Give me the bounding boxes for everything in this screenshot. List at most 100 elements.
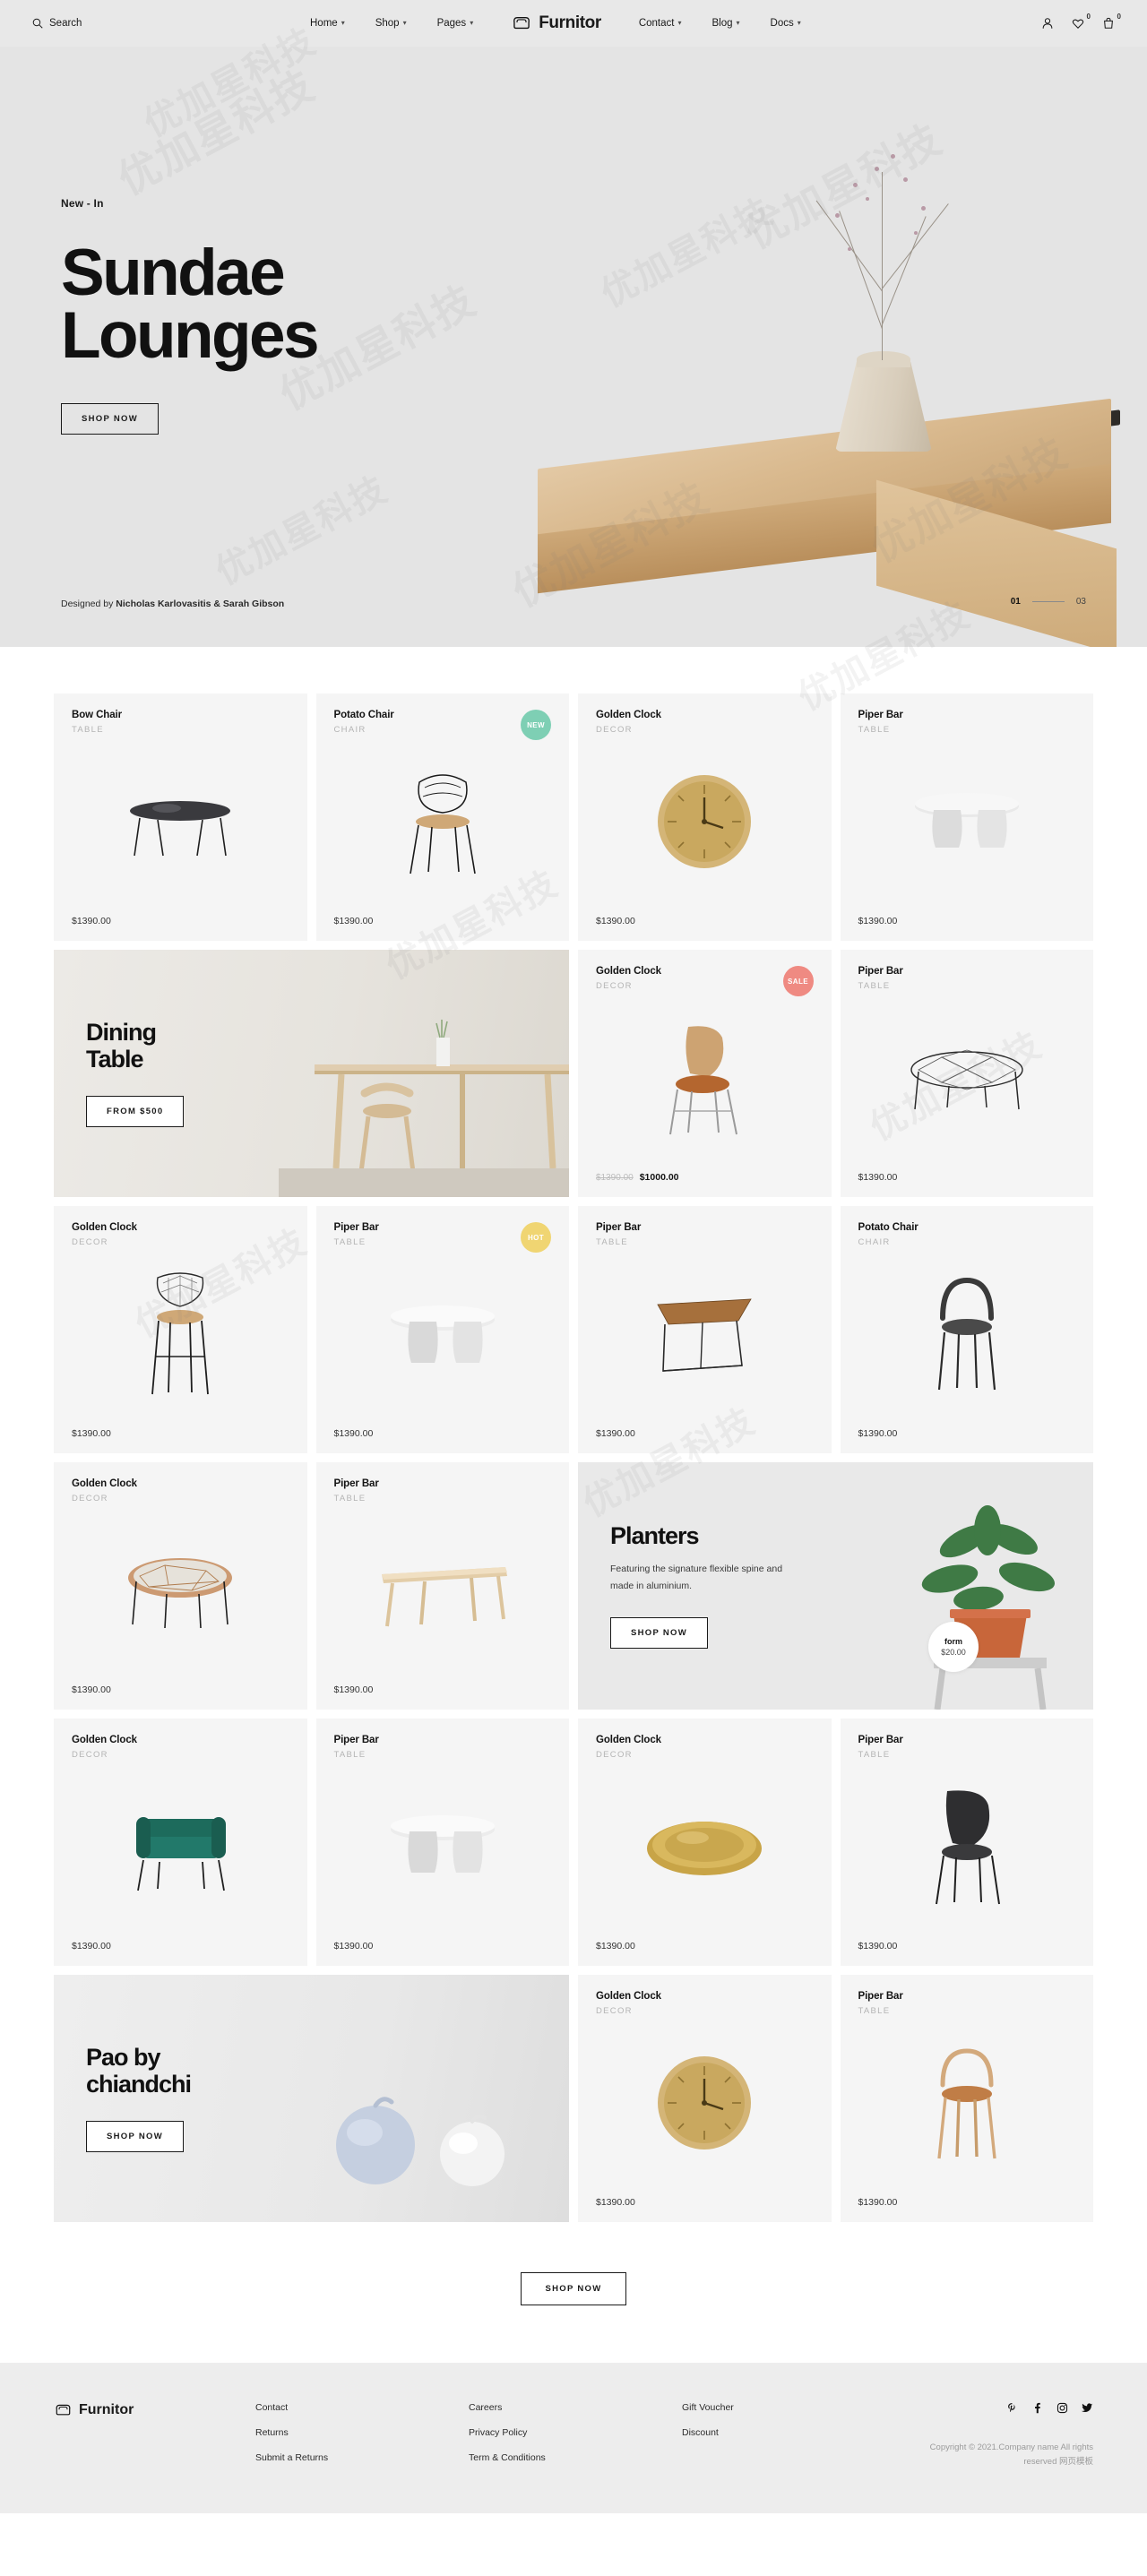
instagram-link[interactable] [1056, 2402, 1068, 2414]
footer-link-returns[interactable]: Returns [255, 2427, 469, 2438]
product-card[interactable]: Golden Clock DECOR $1390.00 [54, 1719, 307, 1966]
product-card[interactable]: Golden Clock DECOR $1390.00 [54, 1206, 307, 1453]
product-title: Piper Bar [858, 1991, 903, 2002]
product-category: DECOR [596, 981, 633, 991]
promo-card-pao[interactable]: Pao by chiandchi SHOP NOW [54, 1975, 569, 2222]
promo-cta-shop-now[interactable]: SHOP NOW [86, 2121, 185, 2153]
product-title: Piper Bar [858, 710, 903, 720]
footer-link-privacy-policy[interactable]: Privacy Policy [469, 2427, 682, 2438]
product-card[interactable]: Golden Clock DECOR $1390.00 [578, 694, 832, 941]
wishlist-button[interactable]: 0 [1072, 13, 1091, 30]
footer-link-gift-voucher[interactable]: Gift Voucher [682, 2402, 895, 2413]
footer-logo-text: Furnitor [79, 2402, 134, 2417]
product-category: DECOR [596, 2006, 633, 2016]
product-card[interactable]: Piper Bar TABLE $1390.00 [315, 1719, 569, 1966]
price-bubble[interactable]: form $20.00 [928, 1622, 979, 1672]
product-title: Golden Clock [596, 1735, 661, 1745]
product-price: $1390.00 [858, 1941, 898, 1951]
product-card[interactable]: Piper Bar TABLE HOT $1390.00 [315, 1206, 569, 1453]
search-button[interactable]: Search [32, 18, 301, 29]
product-category: DECOR [596, 1750, 633, 1760]
account-button[interactable] [1041, 17, 1054, 30]
footer-link-term-conditions[interactable]: Term & Conditions [469, 2452, 682, 2463]
footer-link-careers[interactable]: Careers [469, 2402, 682, 2413]
nav-label: Docs [770, 18, 794, 29]
cart-button[interactable]: 0 [1102, 13, 1121, 30]
twitter-link[interactable] [1082, 2402, 1093, 2414]
footer-link-submit-a-returns[interactable]: Submit a Returns [255, 2452, 469, 2463]
promo-cta-from-500[interactable]: FROM $500 [86, 1096, 185, 1128]
product-price: $1390.00 [596, 916, 635, 926]
product-image [334, 1760, 552, 1934]
product-card[interactable]: Piper Bar TABLE $1390.00 [840, 1975, 1093, 2222]
product-image [72, 1503, 289, 1677]
promo-cta-shop-now[interactable]: SHOP NOW [610, 1617, 709, 1650]
product-image [596, 2016, 814, 2190]
product-price: $1390.00 [72, 916, 111, 926]
product-card[interactable]: Piper Bar TABLE $1390.00 [578, 1206, 832, 1453]
product-card[interactable]: Golden Clock DECOR $1390.00 [578, 1719, 832, 1966]
product-category: CHAIR [333, 725, 367, 735]
status-badge-sale: SALE [782, 966, 814, 996]
product-category: TABLE [596, 1237, 628, 1247]
user-icon [1042, 18, 1053, 29]
status-badge-hot: HOT [521, 1222, 551, 1253]
nav-item-pages[interactable]: Pages ▾ [437, 18, 474, 29]
facebook-link[interactable] [1031, 2402, 1043, 2414]
product-price: $1390.00 [858, 1428, 898, 1439]
product-category: CHAIR [858, 1237, 891, 1247]
hero-title-line2: Lounges [61, 299, 320, 373]
product-card[interactable]: Piper Bar TABLE $1390.00 [840, 694, 1093, 941]
product-price: $1390.00 [333, 916, 374, 926]
footer-column-1: Contact Returns Submit a Returns [255, 2402, 469, 2477]
product-title: Piper Bar [858, 966, 903, 977]
pinterest-link[interactable] [1006, 2402, 1018, 2414]
hero-title-line1: Sundae [61, 237, 286, 309]
product-title: Golden Clock [72, 1735, 137, 1745]
product-category: TABLE [333, 1494, 367, 1503]
promo-card-planters[interactable]: Planters Featuring the signature flexibl… [578, 1462, 1093, 1710]
product-card[interactable]: Potato Chair CHAIR $1390.00 [840, 1206, 1093, 1453]
footer-brand: Furnitor [54, 2402, 255, 2477]
promo-title-line2: chiandchi [86, 2070, 192, 2098]
product-card[interactable]: Piper Bar TABLE $1390.00 [315, 1462, 569, 1710]
nav-item-home[interactable]: Home ▾ [310, 18, 345, 29]
nav-label: Home [310, 18, 338, 29]
product-price: $1390.00 [333, 1684, 374, 1695]
bubble-product-name: form [944, 1637, 962, 1646]
product-card[interactable]: Potato Chair CHAIR NEW $1390.00 [315, 694, 569, 941]
product-card[interactable]: Golden Clock DECOR SALE $1390.00 $1000.0… [578, 950, 832, 1197]
product-card[interactable]: Piper Bar TABLE $1390.00 [840, 1719, 1093, 1966]
credit-names: Nicholas Karlovasitis & Sarah Gibson [116, 599, 285, 609]
product-card[interactable]: Golden Clock DECOR $1390.00 [578, 1975, 832, 2222]
footer-link-contact[interactable]: Contact [255, 2402, 469, 2413]
product-card[interactable]: Piper Bar TABLE $1390.00 [840, 950, 1093, 1197]
footer-link-discount[interactable]: Discount [682, 2427, 895, 2438]
cart-count: 0 [1117, 13, 1121, 21]
watermark: 优加星科技 [109, 60, 323, 204]
armchair-icon [56, 2404, 71, 2416]
copyright-text: Copyright © 2021.Company name All rights… [929, 2442, 1093, 2468]
nav-item-docs[interactable]: Docs ▾ [771, 18, 801, 29]
product-price: $1390.00 [858, 1172, 898, 1183]
nav-item-blog[interactable]: Blog ▾ [711, 18, 739, 29]
chevron-down-icon: ▾ [677, 19, 682, 27]
hero-slide-indicator[interactable]: 01 03 [1011, 597, 1086, 607]
product-card[interactable]: Bow Chair TABLE $1390.00 [54, 694, 307, 941]
product-title: Piper Bar [333, 1222, 379, 1233]
product-category: DECOR [72, 1237, 108, 1247]
site-logo[interactable]: Furnitor [511, 13, 601, 33]
product-title: Golden Clock [596, 966, 661, 977]
product-grid: Bow Chair TABLE $1390.00 Potato Chair CH… [54, 694, 1093, 2222]
footer-column-2: Careers Privacy Policy Term & Conditions [469, 2402, 682, 2477]
product-price: $1390.00 [596, 1941, 635, 1951]
product-category: TABLE [333, 1750, 367, 1760]
promo-card-dining-table[interactable]: Dining Table FROM $500 [54, 950, 569, 1197]
footer-logo[interactable]: Furnitor [54, 2402, 255, 2418]
product-card[interactable]: Golden Clock DECOR $1390.00 [54, 1462, 307, 1710]
shop-now-button[interactable]: SHOP NOW [521, 2272, 626, 2305]
twitter-icon [1082, 2403, 1093, 2413]
hero-shop-now-button[interactable]: SHOP NOW [61, 403, 160, 435]
nav-item-contact[interactable]: Contact ▾ [639, 18, 682, 29]
nav-item-shop[interactable]: Shop ▾ [375, 18, 407, 29]
